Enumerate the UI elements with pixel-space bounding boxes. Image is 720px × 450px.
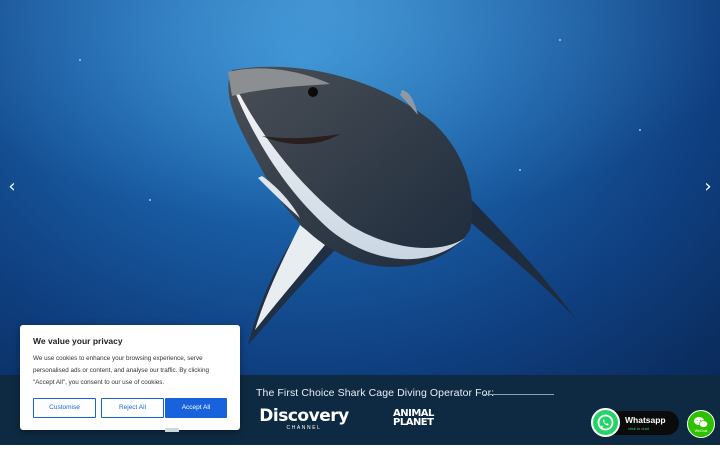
- animal-planet-logo: ANIMAL PLANET: [393, 409, 434, 428]
- reject-all-button[interactable]: Reject All: [101, 398, 164, 418]
- cookie-title: We value your privacy: [33, 336, 123, 346]
- accept-all-button[interactable]: Accept All: [165, 398, 227, 418]
- slider-next-button[interactable]: ›: [699, 178, 717, 196]
- wechat-button[interactable]: WeChat: [687, 410, 715, 438]
- partners-title: The First Choice Shark Cage Diving Opera…: [256, 387, 495, 399]
- whatsapp-sublabel: click to chat: [628, 426, 649, 431]
- discovery-logo-main: Discovery: [259, 406, 349, 426]
- whatsapp-chat-button[interactable]: Whatsapp click to chat: [591, 408, 679, 437]
- wechat-label: WeChat: [694, 429, 708, 433]
- whatsapp-icon: [591, 408, 620, 437]
- page-bottom-strip: [0, 445, 720, 450]
- shark-photo: [0, 0, 720, 375]
- animal-planet-line2: PLANET: [393, 417, 434, 428]
- cookie-consent-banner: We value your privacy We use cookies to …: [20, 325, 240, 430]
- hero-slider: ‹ ›: [0, 0, 720, 375]
- wechat-icon: [694, 417, 708, 428]
- cookie-body: We use cookies to enhance your browsing …: [33, 355, 209, 386]
- slider-prev-button[interactable]: ‹: [3, 178, 21, 196]
- hidden-widget-tab: [165, 428, 179, 432]
- whatsapp-label: Whatsapp: [625, 415, 666, 425]
- discovery-channel-logo: Discovery CHANNEL: [258, 406, 350, 432]
- divider-line: [484, 394, 554, 395]
- customise-button[interactable]: Customise: [33, 398, 96, 418]
